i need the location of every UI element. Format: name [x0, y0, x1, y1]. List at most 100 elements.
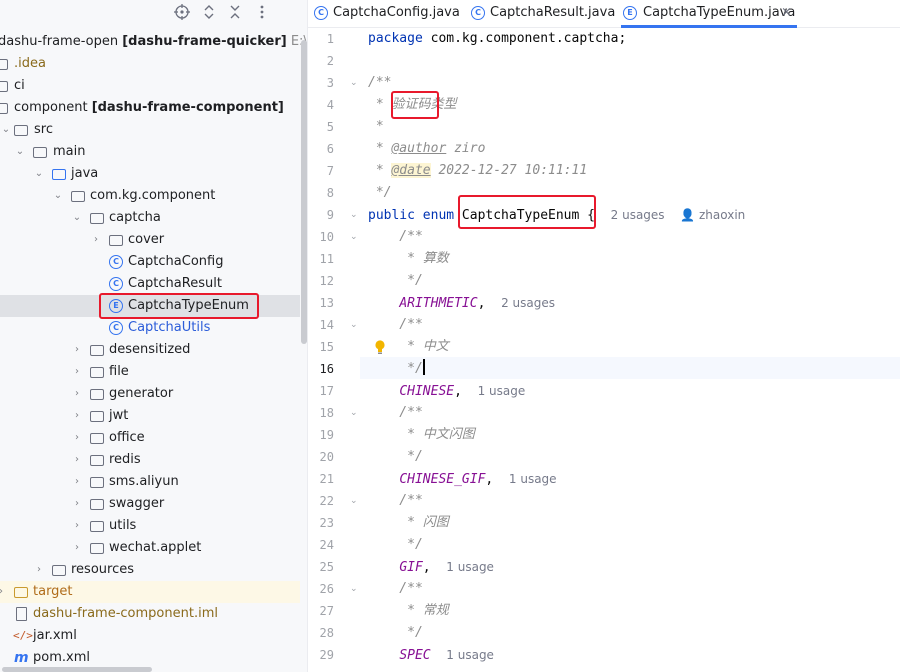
- line-number: 6: [326, 142, 334, 156]
- code-line: /**: [368, 405, 423, 420]
- tree-node-java[interactable]: ⌄ java: [0, 163, 300, 185]
- project-toolbar: [0, 0, 307, 24]
- tree-node-sms-aliyun[interactable]: › sms.aliyun: [0, 471, 300, 493]
- code-line: /**: [368, 75, 392, 90]
- tab-label: CaptchaConfig.java: [333, 5, 460, 20]
- tree-node-captchatypeenum[interactable]: E CaptchaTypeEnum: [0, 293, 300, 319]
- usages-hint[interactable]: 2 usages: [611, 208, 665, 222]
- editor-gutter: 1 2 3 4 5 6 7 8 9 10 11 12 13 14 15 16 1…: [308, 28, 385, 672]
- chevron-right-icon[interactable]: ›: [71, 405, 83, 427]
- tree-node-label: .idea: [14, 56, 46, 71]
- chevron-down-icon[interactable]: ⌄: [52, 185, 64, 207]
- usages-hint[interactable]: 1 usage: [446, 560, 494, 574]
- chevron-right-icon[interactable]: ›: [71, 537, 83, 559]
- chevron-right-icon[interactable]: ›: [33, 559, 45, 581]
- code-line: * 算数: [368, 251, 449, 266]
- chevron-down-icon[interactable]: ⌄: [0, 119, 12, 141]
- tree-node-ci[interactable]: ci: [0, 75, 300, 97]
- tree-node-office[interactable]: › office: [0, 427, 300, 449]
- tree-node-captcha[interactable]: ⌄ captcha: [0, 207, 300, 229]
- usages-hint[interactable]: 1 usage: [478, 384, 526, 398]
- tree-node-captchaconfig[interactable]: C CaptchaConfig: [0, 251, 300, 273]
- close-icon[interactable]: ×: [781, 0, 792, 26]
- xml-file-icon: </>: [13, 629, 33, 642]
- fold-icon[interactable]: ⌄: [350, 72, 360, 94]
- fold-icon[interactable]: ⌄: [350, 490, 360, 512]
- fold-icon[interactable]: ⌄: [350, 578, 360, 600]
- chevron-right-icon[interactable]: ›: [71, 493, 83, 515]
- tree-node-jwt[interactable]: › jwt: [0, 405, 300, 427]
- editor-tabs: C CaptchaConfig.java C CaptchaResult.jav…: [308, 0, 900, 28]
- tree-node-component[interactable]: component [dashu-frame-component]: [0, 97, 300, 119]
- tab-captchaconfig[interactable]: C CaptchaConfig.java: [314, 0, 464, 28]
- chevron-right-icon[interactable]: ›: [90, 229, 102, 251]
- usages-hint[interactable]: 2 usages: [501, 296, 555, 310]
- fold-icon[interactable]: ⌄: [350, 204, 360, 226]
- collapse-all-icon[interactable]: [225, 2, 245, 22]
- line-number: 22: [319, 494, 334, 508]
- tree-node-main[interactable]: ⌄ main: [0, 141, 300, 163]
- tree-node-target[interactable]: › target: [0, 581, 300, 603]
- fold-icon[interactable]: ⌄: [350, 314, 360, 336]
- line-number: 7: [326, 164, 334, 178]
- tree-node-resources[interactable]: › resources: [0, 559, 300, 581]
- tree-node-label: office: [109, 430, 145, 445]
- code-line: * 闪图: [368, 515, 449, 530]
- chevron-right-icon[interactable]: ›: [0, 581, 7, 603]
- tree-node-swagger[interactable]: › swagger: [0, 493, 300, 515]
- tree-node-pom-xml[interactable]: m pom.xml: [0, 647, 300, 669]
- chevron-right-icon[interactable]: ›: [71, 449, 83, 471]
- tab-captcharesult[interactable]: C CaptchaResult.java: [471, 0, 621, 28]
- line-number: 23: [319, 516, 334, 530]
- tree-horizontal-scrollbar[interactable]: [2, 667, 152, 672]
- tree-node-label: target: [33, 584, 73, 599]
- chevron-down-icon[interactable]: ⌄: [33, 163, 45, 185]
- tree-node-captcharesult[interactable]: C CaptchaResult: [0, 273, 300, 295]
- fold-icon[interactable]: ⌄: [350, 402, 360, 424]
- author-hint[interactable]: 👤 zhaoxin: [680, 208, 745, 222]
- usages-hint[interactable]: 1 usage: [446, 648, 494, 662]
- tree-node-jar-xml[interactable]: </> jar.xml: [0, 625, 300, 647]
- tree-node-file[interactable]: › file: [0, 361, 300, 383]
- chevron-right-icon[interactable]: ›: [71, 361, 83, 383]
- enum-constant: CHINESE_GIF: [399, 472, 486, 487]
- more-icon[interactable]: [252, 2, 272, 22]
- enum-constant: SPEC: [399, 648, 431, 663]
- tree-node-idea[interactable]: .idea: [0, 53, 300, 75]
- tree-node-desensitized[interactable]: › desensitized: [0, 339, 300, 361]
- chevron-right-icon[interactable]: ›: [71, 471, 83, 493]
- tree-node-captchautils[interactable]: C CaptchaUtils: [0, 317, 300, 339]
- line-number: 2: [326, 54, 334, 68]
- chevron-right-icon[interactable]: ›: [71, 515, 83, 537]
- fold-icon[interactable]: ⌄: [350, 226, 360, 248]
- file-icon: [16, 607, 27, 621]
- chevron-down-icon[interactable]: ⌄: [71, 207, 83, 229]
- tree-node-root[interactable]: dashu-frame-open [dashu-frame-quicker] E…: [0, 31, 307, 53]
- line-number: 1: [326, 32, 334, 46]
- crosshair-icon[interactable]: [172, 2, 192, 22]
- tree-node-label: captcha: [109, 210, 161, 225]
- tree-node-generator[interactable]: › generator: [0, 383, 300, 405]
- tree-node-label: main: [53, 144, 86, 159]
- tab-captchatypeenum[interactable]: E CaptchaTypeEnum.java ×: [621, 0, 797, 28]
- tree-node-com-kg-component[interactable]: ⌄ com.kg.component: [0, 185, 300, 207]
- tree-node-iml[interactable]: dashu-frame-component.iml: [0, 603, 300, 625]
- code-line: public enum CaptchaTypeEnum { 2 usages 👤…: [368, 204, 745, 226]
- chevron-right-icon[interactable]: ›: [71, 427, 83, 449]
- code-area[interactable]: package com.kg.component.captcha; /** * …: [368, 28, 900, 672]
- tree-node-utils[interactable]: › utils: [0, 515, 300, 537]
- tree-node-redis[interactable]: › redis: [0, 449, 300, 471]
- tree-vertical-scrollbar[interactable]: [301, 40, 307, 344]
- folder-icon: [0, 81, 8, 92]
- tree-node-wechat-applet[interactable]: › wechat.applet: [0, 537, 300, 559]
- chevron-right-icon[interactable]: ›: [71, 383, 83, 405]
- chevron-right-icon[interactable]: ›: [71, 339, 83, 361]
- enum-constant: GIF: [399, 560, 423, 575]
- chevron-down-icon[interactable]: ⌄: [14, 141, 26, 163]
- usages-hint[interactable]: 1 usage: [509, 472, 557, 486]
- expand-collapse-icon[interactable]: [199, 2, 219, 22]
- tree-node-src[interactable]: ⌄ src: [0, 119, 300, 141]
- tree-node-label: cover: [128, 232, 165, 247]
- tree-node-cover[interactable]: › cover: [0, 229, 300, 251]
- module-name-label: [dashu-frame-component]: [91, 100, 284, 115]
